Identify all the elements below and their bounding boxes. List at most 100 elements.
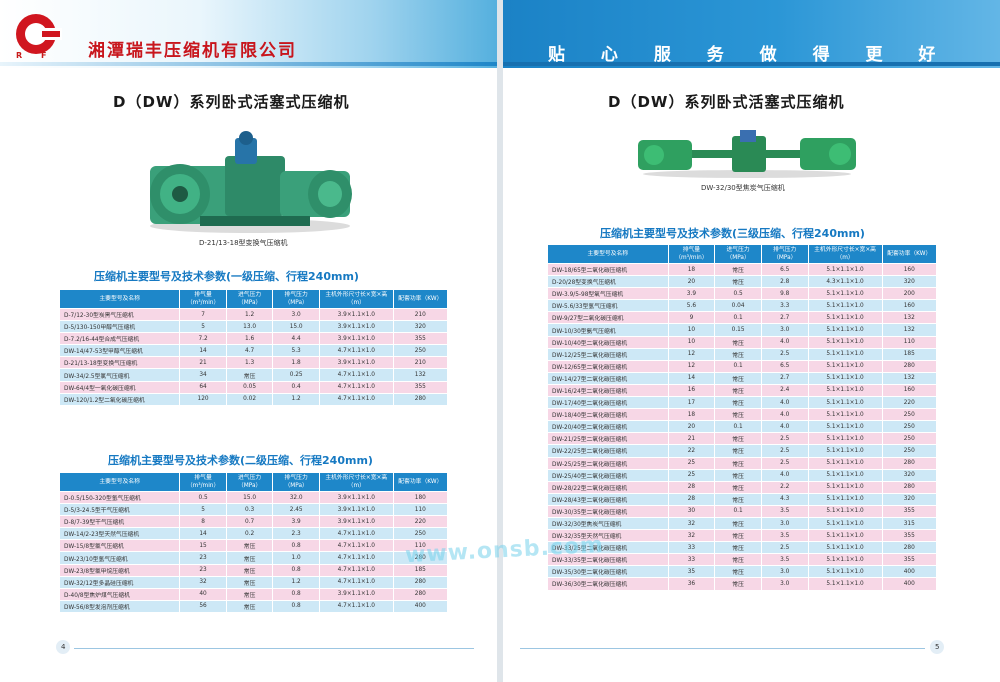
table-cell: 320 (881, 468, 937, 482)
table-cell: 20 (667, 275, 716, 289)
table-header-cell: 进气压力（MPa） (714, 244, 762, 264)
table-row: DW-5.6/33型氢气压缩机 5.6 0.04 3.3 5.1×1.1×1.0 160 (547, 299, 937, 313)
table-cell: 1.2 (272, 575, 320, 589)
table-row: D-7/12-30型炭黑气压缩机 7 1.2 3.0 3.9×1.1×1.0 210 (58, 307, 449, 322)
table-header-cell: 主要型号及名称 (58, 472, 181, 492)
table-row: DW-23/10型氢气压缩机 23 常压 1.0 4.7×1.1×1.0 280 (58, 551, 449, 565)
table-cell: D-0.5/150-320型氢气压缩机 (58, 490, 181, 505)
table-cell: 常压 (225, 575, 274, 589)
banner-stripe (0, 62, 497, 66)
table-cell: 320 (392, 320, 449, 334)
table-cell: DW-18/40型二氧化碳压缩机 (547, 408, 669, 422)
table-cell: 3.9×1.1×1.0 (318, 503, 394, 517)
table-row: DW-33/25型二氧化碳压缩机 33 常压 2.5 5.1×1.1×1.0 280 (547, 541, 937, 555)
table-cell: 常压 (714, 541, 762, 555)
table-cell: 250 (881, 444, 937, 458)
table-cell: 5 (179, 320, 227, 334)
page-title-right: D（DW）系列卧式活塞式压缩机 (608, 93, 845, 111)
table-cell: 5.1×1.1×1.0 (807, 299, 883, 313)
table-cell: 常压 (714, 468, 762, 482)
table-cell: DW-5.6/33型氢气压缩机 (547, 299, 669, 313)
table-row: DW-20/40型二氧化碳压缩机 20 0.1 4.0 5.1×1.1×1.0 250 (547, 420, 937, 434)
table-cell: 5.1×1.1×1.0 (807, 553, 883, 567)
table-cell: 56 (179, 599, 227, 613)
table-cell: 5.1×1.1×1.0 (807, 492, 883, 506)
spec-table-single-stage: 主要型号及名称 排气量（m³/min） 进气压力（MPa） 排气压力（MPa） 主机外形… (58, 289, 449, 406)
table-cell: 常压 (714, 456, 762, 470)
table-cell: 4.0 (760, 335, 809, 349)
table-cell: 23 (179, 551, 227, 565)
table-cell: 210 (392, 356, 449, 370)
table-cell: 5.1×1.1×1.0 (807, 529, 883, 543)
table-cell: 1.8 (272, 356, 320, 370)
table-cell: 400 (881, 565, 937, 579)
table-row: DW-10/30型氨气压缩机 10 0.15 3.0 5.1×1.1×1.0 132 (547, 323, 937, 337)
table-cell: D-5/130-150甲醇气压缩机 (58, 320, 181, 334)
table-cell: DW-35/30型二氧化碳压缩机 (547, 565, 669, 579)
table-row: DW-12/65型二氧化碳压缩机 12 0.1 6.5 5.1×1.1×1.0 280 (547, 359, 937, 373)
table-cell: DW-120/1.2型二氧化碳压缩机 (58, 392, 181, 406)
table-cell: 0.04 (714, 299, 762, 313)
table-header-cell: 主机外形尺寸长×宽×高（m） (807, 244, 883, 264)
table-cell: DW-3.9/5-98型氧气压缩机 (547, 287, 669, 301)
table-header-cell: 主机外形尺寸长×宽×高（m） (318, 289, 394, 309)
table-cell: 5.1×1.1×1.0 (807, 287, 883, 301)
table-cell: 5.1×1.1×1.0 (807, 311, 883, 325)
table-row: DW-10/40型二氧化碳压缩机 10 常压 4.0 5.1×1.1×1.0 110 (547, 335, 937, 349)
table-row: DW-18/40型二氧化碳压缩机 18 常压 4.0 5.1×1.1×1.0 250 (547, 408, 937, 422)
table-cell: 3.9×1.1×1.0 (318, 587, 394, 601)
table-cell: 4.7×1.1×1.0 (318, 392, 394, 406)
table-cell: DW-15/8型氯气压缩机 (58, 539, 181, 553)
table-cell: 28 (667, 492, 716, 506)
table-cell: 280 (392, 575, 449, 589)
table-cell: 15 (179, 539, 227, 553)
table-cell: 常压 (225, 368, 274, 382)
table-cell: 0.5 (179, 490, 227, 505)
table-cell: 4.7×1.1×1.0 (318, 368, 394, 382)
table-cell: DW-12/65型二氧化碳压缩机 (547, 359, 669, 373)
table-header-cell: 进气压力（MPa） (225, 289, 274, 309)
table-cell: DW-34/2.5型氯气压缩机 (58, 368, 181, 382)
table-cell: 280 (881, 480, 937, 494)
table-cell: 常压 (714, 275, 762, 289)
table-cell: DW-22/25型二氧化碳压缩机 (547, 444, 669, 458)
table-cell: 5.1×1.1×1.0 (807, 516, 883, 531)
table-cell: 5.1×1.1×1.0 (807, 577, 883, 591)
table-row: D-7.2/16-44型合成气压缩机 7.2 1.6 4.4 3.9×1.1×1.0 35… (58, 332, 449, 346)
table-cell: 5.1×1.1×1.0 (807, 323, 883, 337)
table-cell: 21 (667, 432, 716, 446)
table-cell: 15.0 (272, 320, 320, 334)
table-header-cell: 排气压力（MPa） (760, 244, 809, 264)
table-cell: 355 (392, 380, 449, 394)
table-cell: 14 (667, 371, 716, 385)
table-cell: 5.1×1.1×1.0 (807, 359, 883, 373)
table-cell: 14 (179, 527, 227, 541)
table-cell: 1.0 (272, 551, 320, 565)
table-row: DW-17/40型二氧化碳压缩机 17 常压 4.0 5.1×1.1×1.0 220 (547, 396, 937, 410)
table-header-cell: 排气压力（MPa） (272, 289, 320, 309)
table-cell: 25 (667, 456, 716, 470)
table-cell: 0.4 (272, 380, 320, 394)
table-row: DW-14/47-53型甲醇气压缩机 14 4.7 5.3 4.7×1.1×1.0 250 (58, 344, 449, 358)
table-cell: 3.9×1.1×1.0 (318, 515, 394, 529)
table-cell: 220 (392, 515, 449, 529)
table-row: DW-32/12型多晶硅压缩机 32 常压 1.2 4.7×1.1×1.0 280 (58, 575, 449, 589)
table-cell: 0.02 (225, 392, 274, 406)
table-cell: DW-30/35型二氧化碳压缩机 (547, 504, 669, 518)
table-cell: 3.9×1.1×1.0 (318, 307, 394, 322)
table-cell: 5.1×1.1×1.0 (807, 347, 883, 361)
table-cell: 21 (179, 356, 227, 370)
table-cell: DW-16/24型二氧化碳压缩机 (547, 383, 669, 398)
table-cell: 12 (667, 359, 716, 373)
table-header-row: 主要型号及名称 排气量（m³/min） 进气压力（MPa） 排气压力（MPa） 主机外形… (58, 472, 449, 492)
table-row: DW-28/22型二氧化碳压缩机 28 常压 2.2 5.1×1.1×1.0 280 (547, 480, 937, 494)
table-row: DW-28/43型二氧化碳压缩机 28 常压 4.3 5.1×1.1×1.0 320 (547, 492, 937, 506)
table-cell: D-40/8型焦炉煤气压缩机 (58, 587, 181, 601)
table-cell: 常压 (714, 577, 762, 591)
table-cell: 0.5 (714, 287, 762, 301)
table-cell: 3.5 (760, 504, 809, 518)
table-cell: 3.9 (667, 287, 716, 301)
table-cell: 3.5 (760, 529, 809, 543)
table-header-row: 主要型号及名称 排气量（m³/min） 进气压力（MPa） 排气压力（MPa） 主机外形… (547, 244, 937, 264)
table-cell: 5.1×1.1×1.0 (807, 396, 883, 410)
